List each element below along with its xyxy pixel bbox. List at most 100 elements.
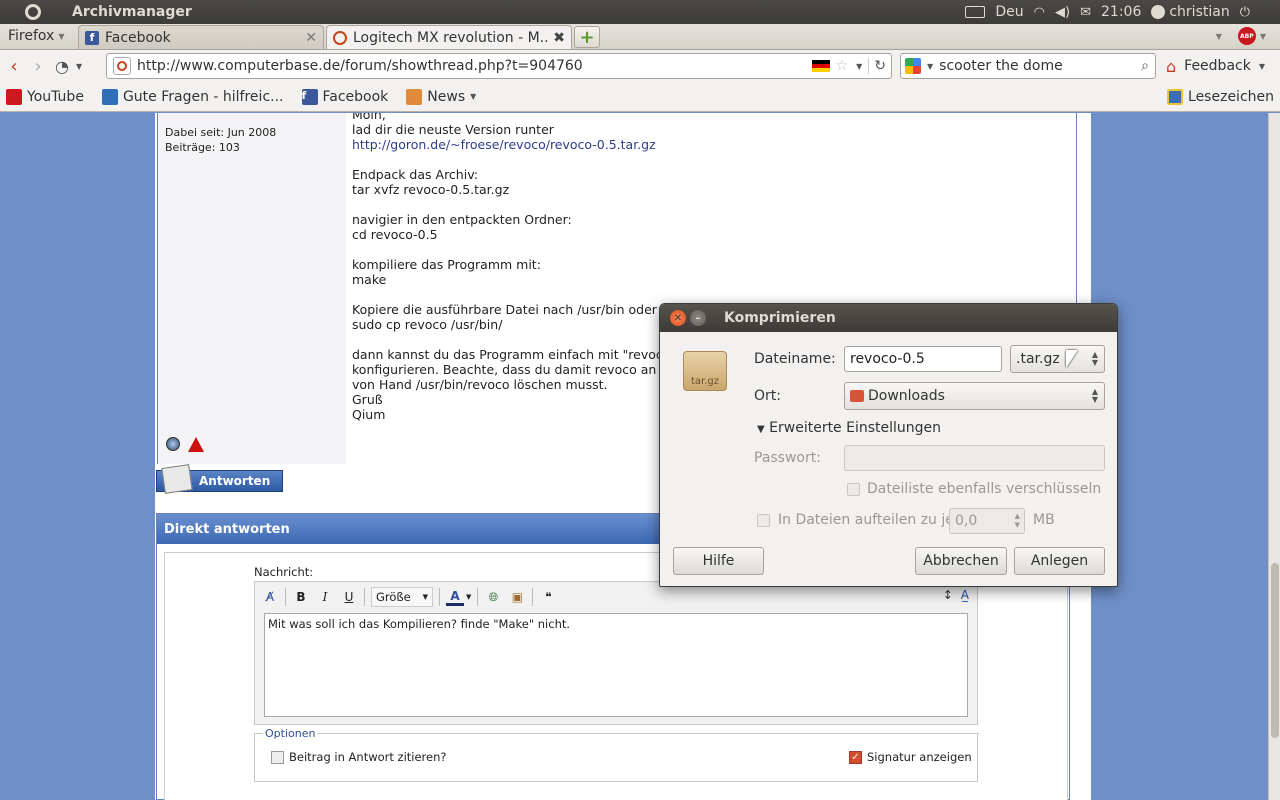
site-identity-icon[interactable]	[113, 57, 131, 75]
post-author-info: Dabei seit: Jun 2008 Beiträge: 103	[158, 113, 346, 464]
remove-format-icon[interactable]: A̸	[261, 588, 279, 606]
quote-checkbox[interactable]	[271, 750, 284, 764]
bookmarks-menu-label: Lesezeichen	[1188, 88, 1274, 105]
chevron-down-icon[interactable]: ▼	[927, 62, 933, 71]
switch-editor-mode-icon[interactable]: A̲	[961, 588, 969, 602]
home-icon[interactable]: ⌂	[1166, 57, 1176, 76]
insert-image-icon[interactable]: ▣	[508, 588, 526, 606]
post-line	[352, 152, 671, 167]
bookmark-facebook[interactable]: f Facebook	[301, 88, 388, 105]
url-bar[interactable]: http://www.computerbase.de/forum/showthr…	[106, 53, 892, 79]
cancel-button[interactable]: Abbrechen	[915, 547, 1007, 575]
tab-bar-right: ▼ ABP ▼	[1216, 23, 1280, 49]
bookmark-folder-news[interactable]: News ▼	[406, 88, 476, 105]
help-button[interactable]: Hilfe	[673, 547, 764, 575]
back-icon[interactable]: ‹	[2, 54, 26, 78]
new-tab-button[interactable]: +	[574, 26, 600, 48]
signature-option[interactable]: ✓ Signatur anzeigen	[849, 750, 972, 764]
tab-facebook[interactable]: f Facebook ✕	[78, 25, 324, 49]
split-label: In Dateien aufteilen zu je	[778, 512, 954, 528]
clock[interactable]: 21:06	[1101, 4, 1141, 20]
forward-icon[interactable]: ›	[26, 54, 50, 78]
post-line	[352, 332, 671, 347]
power-icon[interactable]: ⏻	[1240, 5, 1250, 20]
chevron-down-icon[interactable]: ▼	[856, 62, 862, 71]
firefox-menu-button[interactable]: Firefox ▼	[0, 23, 78, 49]
folder-icon	[406, 88, 423, 105]
tab-list-icon[interactable]: ▼	[1216, 32, 1222, 41]
download-link-text[interactable]: http://goron.de/~froese/revoco/revoco-0.…	[352, 137, 656, 152]
quote-option[interactable]: Beitrag in Antwort zitieren?	[271, 750, 447, 764]
reply-button[interactable]: Antworten	[156, 464, 283, 494]
ubuntu-logo-icon[interactable]	[20, 2, 46, 22]
dialog-titlebar[interactable]: ✕ – Komprimieren	[660, 304, 1117, 332]
wifi-icon[interactable]: ◠	[1034, 5, 1045, 20]
volume-icon[interactable]: ◀)	[1055, 5, 1070, 20]
minimize-icon[interactable]: –	[690, 310, 706, 326]
bold-icon[interactable]: B	[292, 588, 310, 606]
resize-editor-icon[interactable]: ↕	[943, 588, 953, 602]
chevron-down-icon[interactable]: ▼	[76, 62, 82, 71]
search-icon[interactable]: ⌕	[1141, 58, 1149, 74]
text-color-icon[interactable]: A	[446, 588, 464, 606]
reload-icon[interactable]: ↻	[868, 58, 891, 74]
split-size-input[interactable]: 0,0 ▲ ▼	[949, 508, 1025, 534]
member-since: Dabei seit: Jun 2008	[165, 126, 277, 139]
keyboard-icon[interactable]	[965, 6, 986, 18]
encrypt-list-checkbox[interactable]	[847, 483, 860, 496]
chevron-down-icon[interactable]: ▼	[1260, 32, 1266, 41]
signature-checkbox[interactable]: ✓	[849, 750, 862, 764]
user-name[interactable]: christian	[1169, 4, 1229, 20]
history-icon[interactable]: ◔	[50, 54, 74, 78]
google-icon[interactable]	[905, 58, 921, 74]
post-line	[352, 287, 671, 302]
firefox-menu-label: Firefox	[8, 28, 55, 44]
feedback-button[interactable]: ⌂ Feedback ▼	[1166, 50, 1265, 82]
password-input[interactable]	[844, 445, 1105, 471]
scrollbar-thumb[interactable]	[1271, 563, 1279, 738]
adblock-icon[interactable]: ABP	[1237, 27, 1256, 45]
post-line: lad dir die neuste Version runter	[352, 122, 554, 137]
font-size-select[interactable]: Größe ▼	[371, 587, 433, 607]
tab-computerbase[interactable]: Logitech MX revolution - M... ✖	[326, 25, 572, 49]
bookmark-label: Gute Fragen - hilfreic...	[122, 88, 284, 105]
split-checkbox[interactable]	[757, 514, 770, 527]
location-select[interactable]: Downloads ▲ ▼	[844, 382, 1105, 410]
bookmarks-bar: YouTube Gute Fragen - hilfreic... f Face…	[0, 82, 1280, 112]
user-icon[interactable]	[1151, 5, 1166, 19]
close-icon[interactable]: ✕	[670, 310, 686, 326]
facebook-icon: f	[85, 30, 99, 45]
search-bar[interactable]: ▼ scooter the dome ⌕	[900, 53, 1156, 79]
bookmark-label: News	[427, 88, 466, 105]
close-icon[interactable]: ✖	[553, 30, 565, 46]
quote-icon[interactable]: ❝	[539, 588, 557, 606]
bookmarks-menu[interactable]: Lesezeichen	[1167, 88, 1274, 105]
star-icon[interactable]: ☆	[836, 58, 849, 74]
filename-input[interactable]: revoco-0.5	[844, 346, 1002, 372]
italic-icon[interactable]: I	[316, 588, 334, 606]
underline-icon[interactable]: U	[340, 588, 358, 606]
keyboard-layout[interactable]: Deu	[995, 4, 1023, 20]
create-button[interactable]: Anlegen	[1014, 547, 1105, 575]
extension-select[interactable]: .tar.gz ▲ ▼	[1010, 345, 1105, 373]
chevron-down-icon: ▼	[1258, 61, 1265, 71]
chevron-down-icon[interactable]: ▼	[466, 593, 471, 601]
spin-arrows-icon[interactable]: ▲ ▼	[1015, 512, 1020, 530]
bookmark-gutefrage[interactable]: Gute Fragen - hilfreic...	[101, 88, 284, 105]
page-scrollbar[interactable]	[1268, 113, 1280, 800]
tab-bar: Firefox ▼ f Facebook ✕ Logitech MX revol…	[0, 24, 1280, 50]
insert-link-icon[interactable]: 🌐︎	[484, 588, 502, 606]
post-line	[352, 197, 671, 212]
mail-icon[interactable]: ✉	[1080, 5, 1091, 20]
toolbar-separator	[439, 588, 440, 606]
archive-icon: tar.gz	[683, 351, 727, 391]
system-tray: Deu ◠ ◀) ✉ 21:06 christian ⏻	[965, 4, 1280, 20]
close-icon[interactable]: ✕	[305, 30, 317, 46]
url-text[interactable]: http://www.computerbase.de/forum/showthr…	[137, 58, 812, 74]
report-warning-icon[interactable]	[188, 437, 204, 452]
download-link[interactable]: http://goron.de/~froese/revoco/revoco-0.…	[352, 137, 671, 152]
advanced-settings-expander[interactable]: ▼ Erweiterte Einstellungen	[757, 420, 941, 436]
bookmark-youtube[interactable]: YouTube	[6, 88, 84, 105]
search-input[interactable]: scooter the dome	[939, 58, 1135, 74]
message-textarea[interactable]: Mit was soll ich das Kompilieren? finde …	[264, 613, 968, 717]
